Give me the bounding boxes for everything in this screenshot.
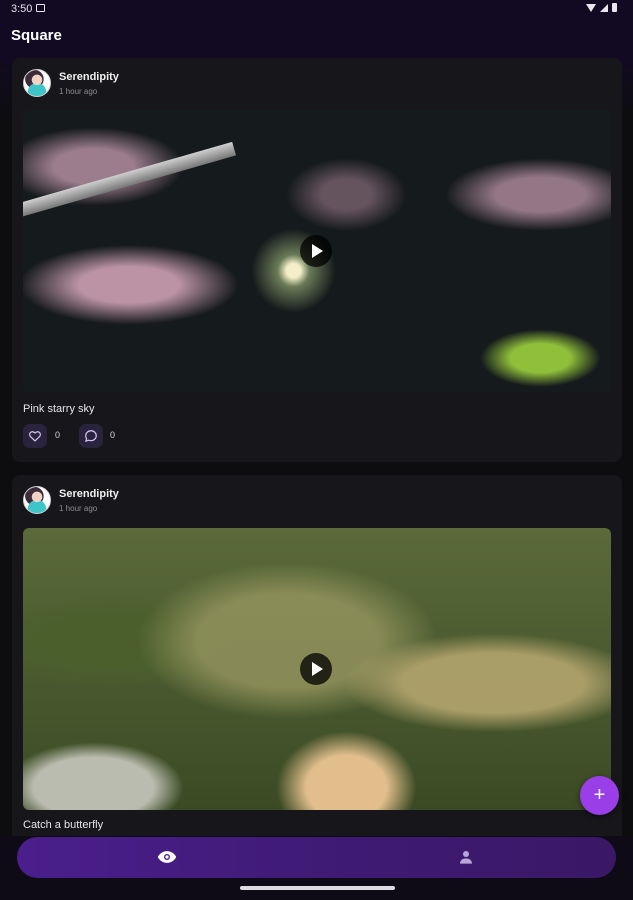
post-card[interactable]: Serendipity 1 hour ago Catch a butterfly — [12, 475, 622, 836]
post-username[interactable]: Serendipity — [59, 71, 119, 83]
post-timestamp: 1 hour ago — [59, 87, 98, 96]
video-thumbnail[interactable] — [23, 110, 611, 392]
avatar[interactable] — [23, 69, 51, 97]
comment-button[interactable] — [79, 424, 103, 448]
like-count: 0 — [55, 430, 61, 440]
post-caption: Pink starry sky — [23, 403, 95, 415]
like-button[interactable] — [23, 424, 47, 448]
status-icons — [586, 3, 617, 12]
post-caption: Catch a butterfly — [23, 819, 104, 831]
comment-count: 0 — [110, 430, 116, 440]
post-username[interactable]: Serendipity — [59, 488, 119, 500]
status-time: 3:50 — [11, 3, 33, 15]
bottom-navigation — [17, 837, 616, 878]
video-thumbnail[interactable] — [23, 528, 611, 810]
wifi-icon — [586, 3, 596, 12]
play-icon[interactable] — [300, 653, 332, 685]
page-title: Square — [11, 27, 62, 44]
home-indicator[interactable] — [240, 886, 395, 890]
person-icon[interactable] — [458, 849, 474, 870]
eye-icon[interactable] — [157, 850, 177, 869]
play-icon[interactable] — [300, 235, 332, 267]
signal-icon — [600, 3, 608, 12]
status-bar: 3:50 — [0, 0, 633, 18]
avatar[interactable] — [23, 486, 51, 514]
notification-icon — [36, 4, 45, 12]
thumbnail-detail — [23, 141, 237, 219]
heart-icon — [29, 431, 41, 442]
add-post-button[interactable]: + — [580, 776, 619, 815]
feed[interactable]: Serendipity 1 hour ago Pink starry sky 0… — [0, 56, 633, 836]
post-timestamp: 1 hour ago — [59, 504, 98, 513]
comment-icon — [85, 430, 97, 442]
battery-icon — [612, 3, 617, 12]
app-bar: Square — [0, 18, 633, 56]
post-card[interactable]: Serendipity 1 hour ago Pink starry sky 0… — [12, 58, 622, 462]
